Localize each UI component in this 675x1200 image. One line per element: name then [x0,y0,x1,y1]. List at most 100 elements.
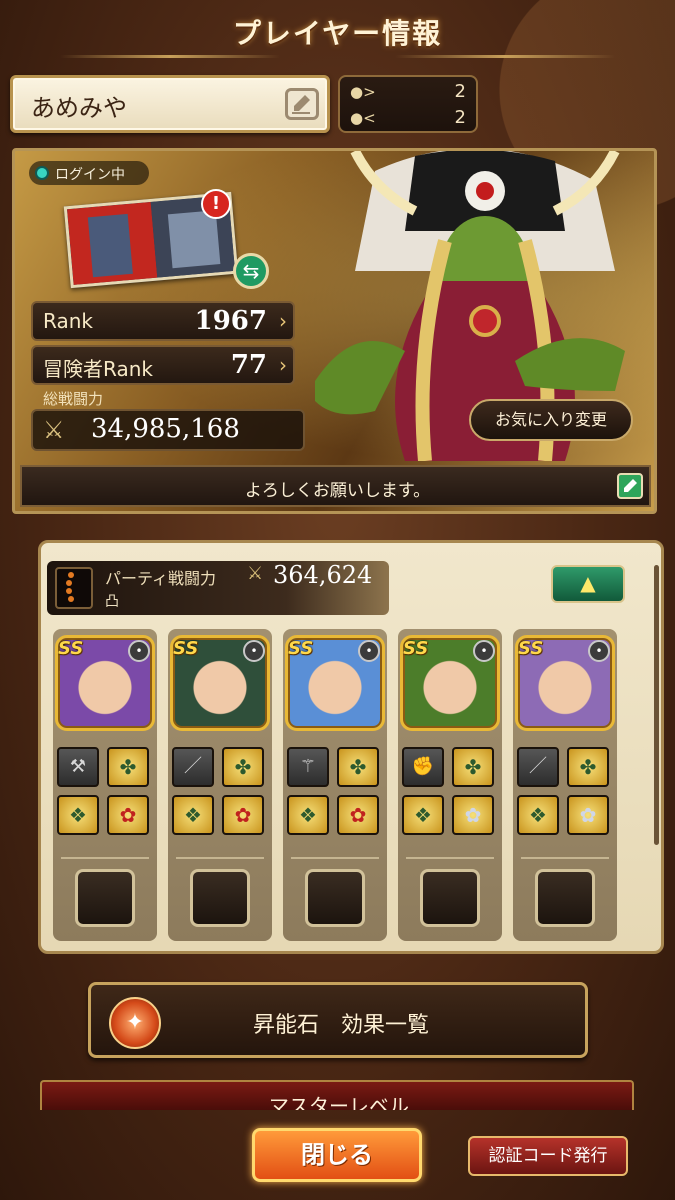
gauntlet-icon[interactable]: ❖ [402,795,444,835]
unit-portrait[interactable]: SS • [170,635,270,731]
unit-column: SS • ／ ✤ ❖ ✿ [513,629,617,941]
title-rule-right [395,55,615,58]
unit-column: SS • ⚒ ✤ ❖ ✿ [53,629,157,941]
edit-icon [292,95,310,114]
unit-portrait[interactable]: SS • [400,635,500,731]
gauntlet-icon[interactable]: ❖ [287,795,329,835]
chevron-right-icon: › [279,309,287,333]
rarity-badge: SS [403,638,429,659]
comment-text: よろしくお願いします。 [244,481,431,501]
rank-row[interactable]: Rank 1967 › [31,301,295,341]
staff-type-icon: • [358,640,380,662]
empty-stone-slot[interactable] [75,869,135,927]
crossed-swords-icon: ⚔ [43,416,65,444]
sword-type-icon: • [588,640,610,662]
empty-stone-slot[interactable] [420,869,480,927]
change-favorite-button[interactable]: お気に入り変更 [469,399,633,441]
player-name-box: あめみや [10,75,330,133]
party-emblem-icon [55,567,93,609]
rarity-badge: SS [173,638,199,659]
edit-name-button[interactable] [285,88,319,120]
divider [61,857,149,859]
staff-icon[interactable]: ⚚ [287,747,329,787]
following-row[interactable]: ●> 2 [350,81,470,105]
unit-column: SS • ✊ ✤ ❖ ✿ [398,629,502,941]
rarity-badge: SS [288,638,314,659]
party-header: パーティ戦闘力 ⚔ 364,624 凸 [47,561,389,615]
unit-column: SS • ⚚ ✤ ❖ ✿ [283,629,387,941]
party-power-value: 364,624 [273,561,373,589]
following-count: 2 [454,81,466,102]
accessory-icon[interactable]: ✿ [222,795,264,835]
party-panel: パーティ戦闘力 ⚔ 364,624 凸 ▲ SS • ⚒ ✤ ❖ ✿ SS • ／ ✤ ❖ ✿ SS • ⚚… [38,540,664,954]
adventurer-rank-row[interactable]: 冒険者Rank 77 › [31,345,295,385]
title-rule-left [60,55,280,58]
adventurer-rank-value: 77 [230,350,267,380]
close-button[interactable]: 閉じる [252,1128,422,1182]
empty-stone-slot[interactable] [535,869,595,927]
crossed-swords-icon: ⚔ [247,563,264,584]
stone-effects-button[interactable]: ✦ 昇能石 効果一覧 [88,982,588,1058]
swap-avatar-button[interactable]: ⇆ [233,253,269,289]
armor-icon[interactable]: ✤ [107,747,149,787]
divider [521,857,609,859]
gauntlet-icon[interactable]: ❖ [172,795,214,835]
followers-icon: ●< [350,109,376,127]
following-icon: ●> [350,83,376,101]
accessory-icon[interactable]: ✿ [107,795,149,835]
edit-icon [624,479,637,492]
master-level-button[interactable]: マスターレベル [40,1080,634,1110]
divider [176,857,264,859]
fist-icon[interactable]: ✊ [402,747,444,787]
hammer-icon[interactable]: ⚒ [57,747,99,787]
armor-icon[interactable]: ✤ [452,747,494,787]
unit-portrait[interactable]: SS • [55,635,155,731]
gauntlet-icon[interactable]: ❖ [57,795,99,835]
auth-code-button[interactable]: 認証コード発行 [468,1136,628,1176]
unit-portrait[interactable]: SS • [285,635,385,731]
page-title: プレイヤー情報 [232,17,443,50]
sword-type-icon: • [243,640,265,662]
favorite-character-panel: ログイン中 ! ⇆ Rank 1967 › 冒険者Rank 77 › 総戦闘力 … [12,148,657,514]
divider [291,857,379,859]
chevron-right-icon: › [279,353,287,377]
accessory-icon[interactable]: ✿ [452,795,494,835]
scrollbar[interactable] [654,565,659,845]
hammer-type-icon: • [128,640,150,662]
fist-type-icon: • [473,640,495,662]
armor-icon[interactable]: ✤ [222,747,264,787]
unit-portrait[interactable]: SS • [515,635,615,731]
accessory-icon[interactable]: ✿ [337,795,379,835]
alert-icon: ! [201,189,231,219]
total-power-value: 34,985,168 [91,414,240,444]
adventurer-rank-label: 冒険者Rank [43,357,153,381]
empty-stone-slot[interactable] [305,869,365,927]
armor-icon[interactable]: ✤ [567,747,609,787]
party-subtitle: 凸 [105,594,119,610]
accessory-icon[interactable]: ✿ [567,795,609,835]
rarity-badge: SS [58,638,84,659]
online-indicator-icon [35,166,49,180]
rank-value: 1967 [194,306,267,336]
login-status-text: ログイン中 [55,167,125,183]
party-power-label: パーティ戦闘力 [105,569,217,588]
followers-row[interactable]: ●< 2 [350,107,470,131]
followers-count: 2 [454,107,466,128]
collapse-button[interactable]: ▲ [551,565,625,603]
total-power-label: 総戦闘力 [43,390,104,408]
divider [406,857,494,859]
master-level-label: マスターレベル [269,1094,409,1110]
empty-stone-slot[interactable] [190,869,250,927]
sword-icon[interactable]: ／ [172,747,214,787]
sword-icon[interactable]: ／ [517,747,559,787]
armor-icon[interactable]: ✤ [337,747,379,787]
edit-comment-button[interactable] [617,473,643,499]
follow-counts: ●> 2 ●< 2 [338,75,478,133]
rarity-badge: SS [518,638,544,659]
gauntlet-icon[interactable]: ❖ [517,795,559,835]
rank-label: Rank [43,309,93,333]
login-status-badge: ログイン中 [29,161,149,185]
comment-bar: よろしくお願いします。 [20,465,651,507]
player-name: あめみや [31,94,127,122]
total-power-box: ⚔ 34,985,168 [31,409,305,451]
